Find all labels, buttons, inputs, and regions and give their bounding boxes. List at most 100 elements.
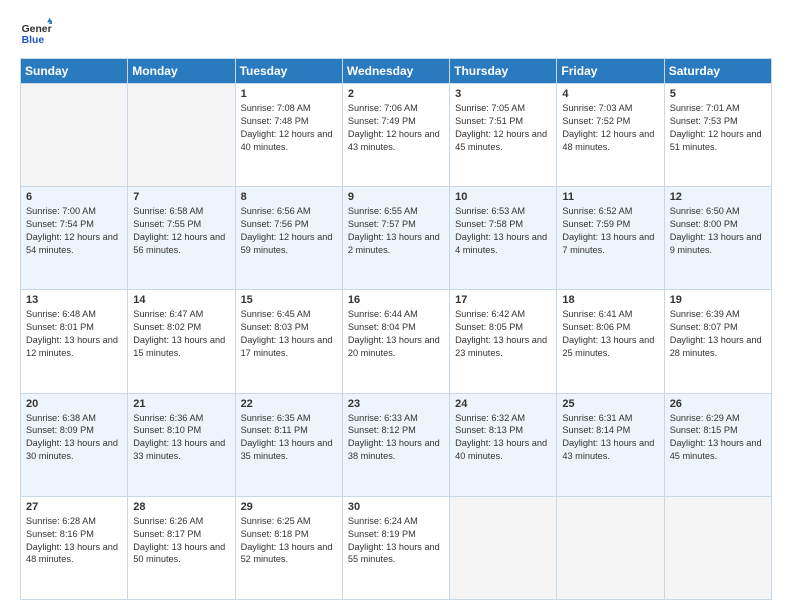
calendar-cell: 19 Sunrise: 6:39 AMSunset: 8:07 PMDayligh…	[664, 290, 771, 393]
day-number: 6	[26, 191, 122, 203]
day-info: Sunrise: 6:25 AMSunset: 8:18 PMDaylight:…	[241, 515, 337, 567]
day-number: 23	[348, 398, 444, 410]
generalblue-logo-icon: General Blue	[20, 16, 52, 48]
calendar-cell: 20Sunrise: 6:38 AMSunset: 8:09 PMDayligh…	[21, 393, 128, 496]
day-info: Sunrise: 7:00 AMSunset: 7:54 PMDaylight:…	[26, 205, 122, 257]
day-info: Sunrise: 6:26 AMSunset: 8:17 PMDaylight:…	[133, 515, 229, 567]
day-number: 18	[562, 294, 658, 306]
weekday-header: Monday	[128, 59, 235, 84]
day-number: 24	[455, 398, 551, 410]
day-number: 19	[670, 294, 766, 306]
day-number: 11	[562, 191, 658, 203]
day-number: 26	[670, 398, 766, 410]
day-info: Sunrise: 6:32 AMSunset: 8:13 PMDaylight:…	[455, 412, 551, 464]
calendar-cell: 23 Sunrise: 6:33 AMSunset: 8:12 PMDayligh…	[342, 393, 449, 496]
header: General Blue	[20, 16, 772, 48]
day-number: 2	[348, 88, 444, 100]
day-info: Sunrise: 6:52 AMSunset: 7:59 PMDaylight:…	[562, 205, 658, 257]
day-number: 21	[133, 398, 229, 410]
day-number: 10	[455, 191, 551, 203]
calendar-cell: 3 Sunrise: 7:05 AMSunset: 7:51 PMDaylight…	[450, 84, 557, 187]
day-number: 17	[455, 294, 551, 306]
calendar-cell: 9 Sunrise: 6:55 AMSunset: 7:57 PMDaylight…	[342, 187, 449, 290]
day-info: Sunrise: 6:24 AMSunset: 8:19 PMDaylight:…	[348, 515, 444, 567]
day-number: 3	[455, 88, 551, 100]
day-info: Sunrise: 6:48 AMSunset: 8:01 PMDaylight:…	[26, 308, 122, 360]
calendar-cell: 10Sunrise: 6:53 AMSunset: 7:58 PMDayligh…	[450, 187, 557, 290]
day-info: Sunrise: 6:35 AMSunset: 8:11 PMDaylight:…	[241, 412, 337, 464]
weekday-header: Tuesday	[235, 59, 342, 84]
day-info: Sunrise: 6:45 AMSunset: 8:03 PMDaylight:…	[241, 308, 337, 360]
weekday-header: Thursday	[450, 59, 557, 84]
day-info: Sunrise: 6:33 AMSunset: 8:12 PMDaylight:…	[348, 412, 444, 464]
calendar-cell: 1 Sunrise: 7:08 AMSunset: 7:48 PMDaylight…	[235, 84, 342, 187]
calendar-cell: 14 Sunrise: 6:47 AMSunset: 8:02 PMDayligh…	[128, 290, 235, 393]
calendar-cell: 2 Sunrise: 7:06 AMSunset: 7:49 PMDaylight…	[342, 84, 449, 187]
day-number: 28	[133, 501, 229, 513]
day-number: 13	[26, 294, 122, 306]
day-info: Sunrise: 7:05 AMSunset: 7:51 PMDaylight:…	[455, 102, 551, 154]
calendar-table: SundayMondayTuesdayWednesdayThursdayFrid…	[20, 58, 772, 600]
day-info: Sunrise: 6:58 AMSunset: 7:55 PMDaylight:…	[133, 205, 229, 257]
calendar-cell: 17 Sunrise: 6:42 AMSunset: 8:05 PMDayligh…	[450, 290, 557, 393]
day-info: Sunrise: 7:03 AMSunset: 7:52 PMDaylight:…	[562, 102, 658, 154]
calendar-cell: 5Sunrise: 7:01 AMSunset: 7:53 PMDaylight…	[664, 84, 771, 187]
day-number: 27	[26, 501, 122, 513]
day-info: Sunrise: 7:01 AMSunset: 7:53 PMDaylight:…	[670, 102, 766, 154]
svg-text:General: General	[22, 24, 52, 35]
weekday-header: Friday	[557, 59, 664, 84]
calendar-cell	[557, 496, 664, 599]
day-number: 1	[241, 88, 337, 100]
day-info: Sunrise: 6:29 AMSunset: 8:15 PMDaylight:…	[670, 412, 766, 464]
calendar-cell: 24 Sunrise: 6:32 AMSunset: 8:13 PMDayligh…	[450, 393, 557, 496]
calendar-cell: 4 Sunrise: 7:03 AMSunset: 7:52 PMDaylight…	[557, 84, 664, 187]
day-info: Sunrise: 6:41 AMSunset: 8:06 PMDaylight:…	[562, 308, 658, 360]
day-info: Sunrise: 7:08 AMSunset: 7:48 PMDaylight:…	[241, 102, 337, 154]
day-info: Sunrise: 6:31 AMSunset: 8:14 PMDaylight:…	[562, 412, 658, 464]
calendar-cell: 7 Sunrise: 6:58 AMSunset: 7:55 PMDaylight…	[128, 187, 235, 290]
weekday-header: Sunday	[21, 59, 128, 84]
calendar-cell: 25 Sunrise: 6:31 AMSunset: 8:14 PMDayligh…	[557, 393, 664, 496]
day-number: 22	[241, 398, 337, 410]
day-number: 8	[241, 191, 337, 203]
calendar-cell: 22 Sunrise: 6:35 AMSunset: 8:11 PMDayligh…	[235, 393, 342, 496]
calendar-cell: 18 Sunrise: 6:41 AMSunset: 8:06 PMDayligh…	[557, 290, 664, 393]
day-info: Sunrise: 6:42 AMSunset: 8:05 PMDaylight:…	[455, 308, 551, 360]
calendar-cell: 11 Sunrise: 6:52 AMSunset: 7:59 PMDayligh…	[557, 187, 664, 290]
calendar-cell: 30 Sunrise: 6:24 AMSunset: 8:19 PMDayligh…	[342, 496, 449, 599]
day-info: Sunrise: 6:47 AMSunset: 8:02 PMDaylight:…	[133, 308, 229, 360]
page: General Blue SundayMondayTuesdayWednesda…	[0, 0, 792, 612]
day-info: Sunrise: 6:56 AMSunset: 7:56 PMDaylight:…	[241, 205, 337, 257]
calendar-cell: 16Sunrise: 6:44 AMSunset: 8:04 PMDayligh…	[342, 290, 449, 393]
day-number: 29	[241, 501, 337, 513]
weekday-header: Saturday	[664, 59, 771, 84]
calendar-cell: 6 Sunrise: 7:00 AMSunset: 7:54 PMDaylight…	[21, 187, 128, 290]
calendar-cell: 21 Sunrise: 6:36 AMSunset: 8:10 PMDayligh…	[128, 393, 235, 496]
calendar-cell	[21, 84, 128, 187]
day-number: 12	[670, 191, 766, 203]
day-number: 7	[133, 191, 229, 203]
calendar-cell	[664, 496, 771, 599]
day-info: Sunrise: 6:28 AMSunset: 8:16 PMDaylight:…	[26, 515, 122, 567]
calendar-cell: 13 Sunrise: 6:48 AMSunset: 8:01 PMDayligh…	[21, 290, 128, 393]
day-info: Sunrise: 6:50 AMSunset: 8:00 PMDaylight:…	[670, 205, 766, 257]
day-info: Sunrise: 6:39 AMSunset: 8:07 PMDaylight:…	[670, 308, 766, 360]
weekday-header: Wednesday	[342, 59, 449, 84]
day-number: 9	[348, 191, 444, 203]
day-number: 15	[241, 294, 337, 306]
calendar-cell: 12 Sunrise: 6:50 AMSunset: 8:00 PMDayligh…	[664, 187, 771, 290]
day-info: Sunrise: 6:38 AMSunset: 8:09 PMDaylight:…	[26, 412, 122, 464]
calendar-cell: 29 Sunrise: 6:25 AMSunset: 8:18 PMDayligh…	[235, 496, 342, 599]
day-number: 16	[348, 294, 444, 306]
day-number: 30	[348, 501, 444, 513]
day-info: Sunrise: 6:55 AMSunset: 7:57 PMDaylight:…	[348, 205, 444, 257]
day-number: 4	[562, 88, 658, 100]
day-info: Sunrise: 7:06 AMSunset: 7:49 PMDaylight:…	[348, 102, 444, 154]
day-number: 25	[562, 398, 658, 410]
day-info: Sunrise: 6:36 AMSunset: 8:10 PMDaylight:…	[133, 412, 229, 464]
calendar-cell: 8 Sunrise: 6:56 AMSunset: 7:56 PMDaylight…	[235, 187, 342, 290]
calendar-cell	[128, 84, 235, 187]
day-number: 14	[133, 294, 229, 306]
logo: General Blue	[20, 16, 52, 48]
calendar-cell: 26 Sunrise: 6:29 AMSunset: 8:15 PMDayligh…	[664, 393, 771, 496]
